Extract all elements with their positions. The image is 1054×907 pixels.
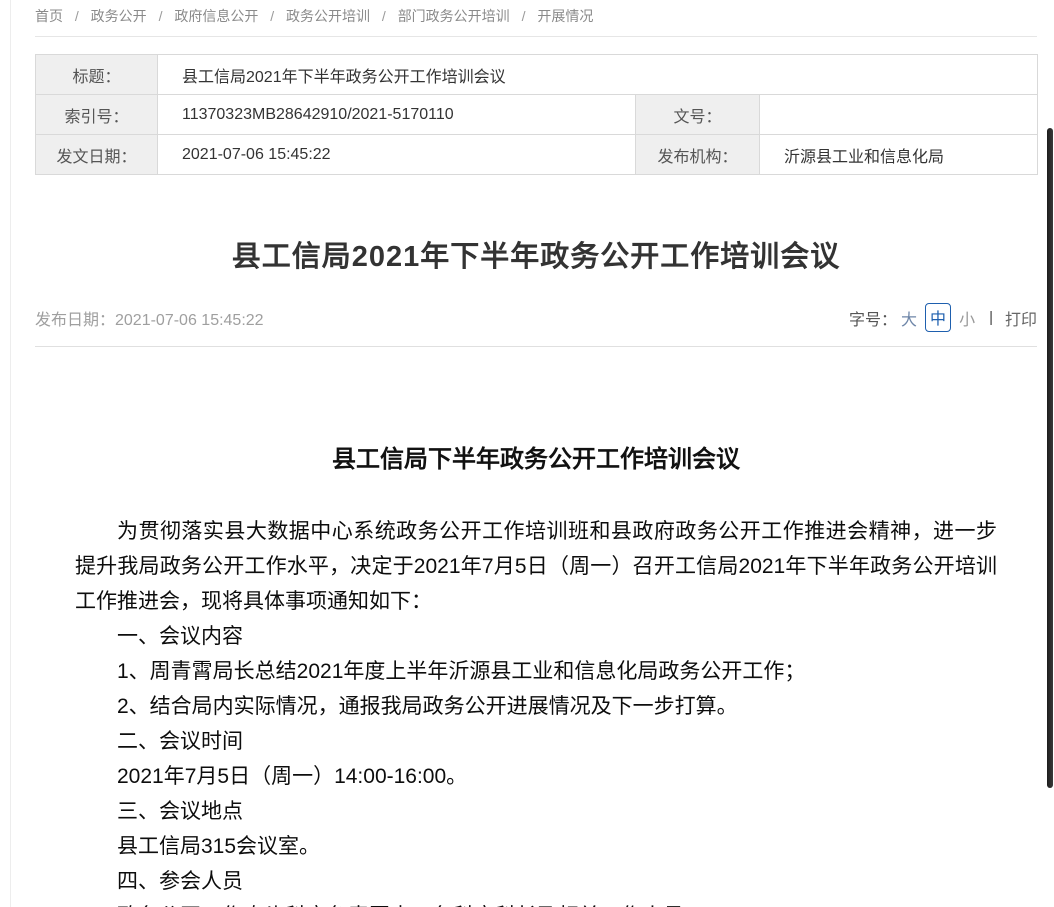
page-title: 县工信局2021年下半年政务公开工作培训会议 [35, 233, 1037, 275]
font-size-controls: 字号： 大 中 小 | 打印 [849, 303, 1037, 332]
table-row: 索引号： 11370323MB28642910/2021-5170110 文号： [36, 95, 1038, 135]
article-paragraph: 政务公开工作牵头科室负责同志，各科室科长及相关工作人员。 [75, 899, 997, 907]
article-paragraph: 2、结合局内实际情况，通报我局政务公开进展情况及下一步打算。 [75, 689, 997, 724]
title-label: 标题： [36, 55, 158, 95]
doc-number-value [760, 95, 1038, 135]
document-meta-table: 标题： 县工信局2021年下半年政务公开工作培训会议 索引号： 11370323… [35, 54, 1038, 175]
publish-info-bar: 发布日期：2021-07-06 15:45:22 字号： 大 中 小 | 打印 [35, 303, 1037, 347]
article-paragraph: 二、会议时间 [75, 724, 997, 759]
print-button[interactable]: 打印 [1005, 306, 1037, 330]
title-value: 县工信局2021年下半年政务公开工作培训会议 [158, 55, 1038, 95]
breadcrumb-government-info[interactable]: 政府信息公开 [174, 8, 258, 24]
doc-number-label: 文号： [636, 95, 760, 135]
publish-date: 发布日期：2021-07-06 15:45:22 [35, 306, 264, 330]
breadcrumb-current-page: 开展情况 [537, 8, 593, 24]
font-size-medium-button[interactable]: 中 [925, 303, 951, 332]
breadcrumb-training[interactable]: 政务公开培训 [286, 8, 370, 24]
article-paragraph: 1、周青霄局长总结2021年度上半年沂源县工业和信息化局政务公开工作； [75, 654, 997, 689]
article-body: 为贯彻落实县大数据中心系统政务公开工作培训班和县政府政务公开工作推进会精神，进一… [75, 514, 997, 907]
article-paragraph: 2021年7月5日（周一）14:00-16:00。 [75, 759, 997, 794]
breadcrumb-separator: / [382, 8, 386, 24]
article-title: 县工信局下半年政务公开工作培训会议 [75, 439, 997, 474]
page-left-border [10, 0, 11, 907]
article-paragraph: 为贯彻落实县大数据中心系统政务公开工作培训班和县政府政务公开工作推进会精神，进一… [75, 514, 997, 619]
index-number-label: 索引号： [36, 95, 158, 135]
article-paragraph: 县工信局315会议室。 [75, 829, 997, 864]
font-size-label: 字号： [849, 306, 897, 330]
issue-date-value: 2021-07-06 15:45:22 [158, 135, 636, 175]
breadcrumb: 首页 / 政务公开 / 政府信息公开 / 政务公开培训 / 部门政务公开培训 /… [35, 0, 1037, 37]
vertical-scrollbar-thumb[interactable] [1047, 128, 1053, 788]
publisher-value: 沂源县工业和信息化局 [760, 135, 1038, 175]
issue-date-label: 发文日期： [36, 135, 158, 175]
article-paragraph: 三、会议地点 [75, 794, 997, 829]
breadcrumb-home[interactable]: 首页 [35, 8, 63, 24]
font-size-small-button[interactable]: 小 [959, 306, 975, 330]
table-row: 发文日期： 2021-07-06 15:45:22 发布机构： 沂源县工业和信息… [36, 135, 1038, 175]
index-number-value: 11370323MB28642910/2021-5170110 [158, 95, 636, 135]
article-paragraph: 四、参会人员 [75, 864, 997, 899]
main-content: 首页 / 政务公开 / 政府信息公开 / 政务公开培训 / 部门政务公开培训 /… [35, 0, 1037, 907]
breadcrumb-separator: / [159, 8, 163, 24]
font-size-large-button[interactable]: 大 [901, 306, 917, 330]
publisher-label: 发布机构： [636, 135, 760, 175]
article: 县工信局下半年政务公开工作培训会议 为贯彻落实县大数据中心系统政务公开工作培训班… [35, 439, 1037, 907]
breadcrumb-separator: / [270, 8, 274, 24]
breadcrumb-zhengwugongkai[interactable]: 政务公开 [91, 8, 147, 24]
controls-divider: | [989, 309, 993, 326]
breadcrumb-dept-training[interactable]: 部门政务公开培训 [398, 8, 510, 24]
article-paragraph: 一、会议内容 [75, 619, 997, 654]
breadcrumb-separator: / [522, 8, 526, 24]
breadcrumb-separator: / [75, 8, 79, 24]
table-row: 标题： 县工信局2021年下半年政务公开工作培训会议 [36, 55, 1038, 95]
